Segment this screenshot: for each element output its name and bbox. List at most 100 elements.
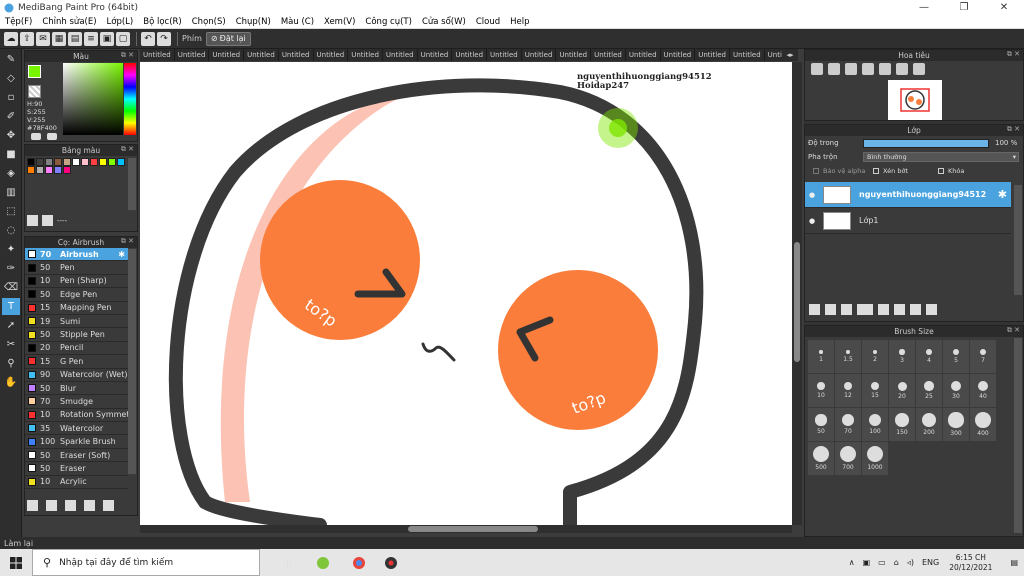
palette-swatch[interactable] xyxy=(27,158,35,166)
menu-cloud[interactable]: Cloud xyxy=(471,17,505,27)
menu-layer[interactable]: Lớp(L) xyxy=(102,17,139,27)
brush-item[interactable]: 50 Edge Pen xyxy=(25,288,128,302)
palette-swatch[interactable] xyxy=(54,158,62,166)
document-tab[interactable]: Untitled xyxy=(730,49,765,61)
brush-item[interactable]: 10 Acrylic xyxy=(25,475,128,490)
brush-delete-icon[interactable] xyxy=(103,500,114,511)
document-tab[interactable]: Untitled xyxy=(140,49,175,61)
document-tab[interactable]: Untitled xyxy=(209,49,245,61)
brush-size-option[interactable]: 4 xyxy=(916,340,942,373)
saturation-value-picker[interactable] xyxy=(63,63,123,135)
select-eraser-icon[interactable]: ⌫ xyxy=(2,279,20,296)
reset-button[interactable]: ⊘ Đặt lại xyxy=(205,31,251,46)
document-tab[interactable]: Untitled xyxy=(626,49,661,61)
panel-close-icon[interactable]: ⧉ ✕ xyxy=(1007,50,1020,59)
brush-item[interactable]: 35 Watercolor xyxy=(25,422,128,436)
panel-icon[interactable]: ▣ xyxy=(100,31,114,46)
tray-usb-icon[interactable]: ▭ xyxy=(878,558,886,567)
transparent-swatch[interactable] xyxy=(28,85,41,98)
brush-item[interactable]: 15 G Pen xyxy=(25,355,128,369)
close-button[interactable]: ✕ xyxy=(984,0,1024,15)
brush-size-option[interactable]: 700 xyxy=(835,442,861,475)
language-indicator[interactable]: ENG xyxy=(922,558,939,567)
brush-item[interactable]: 70 Smudge xyxy=(25,395,128,409)
add-brush-icon[interactable] xyxy=(27,500,38,511)
move-tool-icon[interactable]: ✥ xyxy=(2,127,20,144)
grid-icon[interactable]: ▦ xyxy=(52,31,66,46)
brush-size-option[interactable]: 25 xyxy=(916,374,942,407)
tray-overflow-icon[interactable]: ∧ xyxy=(849,558,855,567)
palette-swatch[interactable] xyxy=(63,158,71,166)
brush-size-option[interactable]: 40 xyxy=(970,374,996,407)
navigator-thumbnail[interactable] xyxy=(888,80,942,120)
document-tab[interactable]: Untitled xyxy=(279,49,314,61)
cloud-icon[interactable]: ☁ xyxy=(4,31,18,46)
redo-icon[interactable]: ↷ xyxy=(157,31,171,46)
zoom-in-icon[interactable] xyxy=(811,63,823,75)
document-tab[interactable]: Untitled xyxy=(661,49,696,61)
palette-swatch[interactable] xyxy=(81,158,89,166)
document-tab[interactable]: Untitled xyxy=(452,49,488,61)
brush-item[interactable]: 19 Sumi xyxy=(25,314,128,329)
palette-swatch[interactable] xyxy=(45,158,53,166)
palette-swatch[interactable] xyxy=(72,158,80,166)
menu-edit[interactable]: Chỉnh sửa(E) xyxy=(37,17,101,27)
menu-help[interactable]: Help xyxy=(505,17,534,27)
palette-swatch[interactable] xyxy=(45,166,53,174)
brush-size-option[interactable]: 1000 xyxy=(862,442,888,475)
drawing-canvas[interactable]: nguyenthihuonggiang94512 Hoidap247 to?p … xyxy=(140,62,792,525)
select-rect-icon[interactable]: ⬚ xyxy=(2,203,20,220)
notification-icon[interactable]: ▤ xyxy=(1010,558,1018,567)
maximize-button[interactable]: ❐ xyxy=(944,0,984,15)
brush-size-option[interactable]: 20 xyxy=(889,374,915,407)
palette-swatch[interactable] xyxy=(27,166,35,174)
brush-tool-icon[interactable]: ✎ xyxy=(2,51,20,68)
brush-size-option[interactable]: 30 xyxy=(943,374,969,407)
gear-icon[interactable]: ✱ xyxy=(118,250,125,259)
palette-swatch[interactable] xyxy=(36,166,44,174)
fill-tool-icon[interactable]: ◈ xyxy=(2,165,20,182)
palette-scrollbar[interactable] xyxy=(128,158,136,210)
palette-swatch[interactable] xyxy=(117,158,125,166)
merge-layer-icon[interactable] xyxy=(910,304,921,315)
brush-settings-icon[interactable] xyxy=(84,500,95,511)
layers-icon[interactable]: ▤ xyxy=(68,31,82,46)
minimize-button[interactable]: — xyxy=(904,0,944,15)
brush-size-option[interactable]: 70 xyxy=(835,408,861,441)
layer-type-menu-icon[interactable] xyxy=(857,304,873,315)
brush-item[interactable]: 70 Airbrush ✱ xyxy=(25,248,128,262)
medibang-taskbar-icon[interactable] xyxy=(310,549,336,576)
gradient-tool-icon[interactable]: ▥ xyxy=(2,184,20,201)
document-tab[interactable]: Untitled xyxy=(591,49,626,61)
lasso-tool-icon[interactable]: ◌ xyxy=(2,222,20,239)
layer-scrollbar[interactable] xyxy=(1014,185,1022,295)
brush-item[interactable]: 50 Stipple Pen xyxy=(25,328,128,342)
brush-menu-icon[interactable] xyxy=(46,500,57,511)
chrome-taskbar-icon[interactable] xyxy=(346,549,372,576)
panel-close-icon[interactable]: ⧉ ✕ xyxy=(1007,125,1020,134)
menu-color[interactable]: Màu (C) xyxy=(276,17,319,27)
panel-option-icon[interactable] xyxy=(47,133,57,140)
brush-item[interactable]: 50 Eraser xyxy=(25,462,128,476)
panel-close-icon[interactable]: ⧉ ✕ xyxy=(121,51,134,60)
brush-size-option[interactable]: 7 xyxy=(970,340,996,373)
brush-size-option[interactable]: 12 xyxy=(835,374,861,407)
task-view-icon[interactable]: ▯ xyxy=(276,549,302,576)
brush-item[interactable]: 50 Blur xyxy=(25,381,128,396)
comment-icon[interactable]: ✉ xyxy=(36,31,50,46)
brush-scrollbar[interactable] xyxy=(128,249,136,474)
new-palette-icon[interactable] xyxy=(27,215,38,226)
palette-swatch[interactable] xyxy=(108,158,116,166)
new-8bit-layer-icon[interactable] xyxy=(841,304,852,315)
hue-slider[interactable] xyxy=(124,63,136,135)
hand-tool-icon[interactable]: ✋ xyxy=(2,374,20,391)
brush-size-option[interactable]: 500 xyxy=(808,442,834,475)
dot-tool-icon[interactable]: ▫ xyxy=(2,89,20,106)
page-icon[interactable]: ▢ xyxy=(116,31,130,46)
canvas-horizontal-scrollbar[interactable] xyxy=(140,525,792,533)
new-layer-icon[interactable] xyxy=(809,304,820,315)
delete-palette-icon[interactable] xyxy=(42,215,53,226)
brush-size-option[interactable]: 3 xyxy=(889,340,915,373)
protect-alpha-checkbox[interactable] xyxy=(813,168,819,174)
actual-size-icon[interactable] xyxy=(862,63,874,75)
